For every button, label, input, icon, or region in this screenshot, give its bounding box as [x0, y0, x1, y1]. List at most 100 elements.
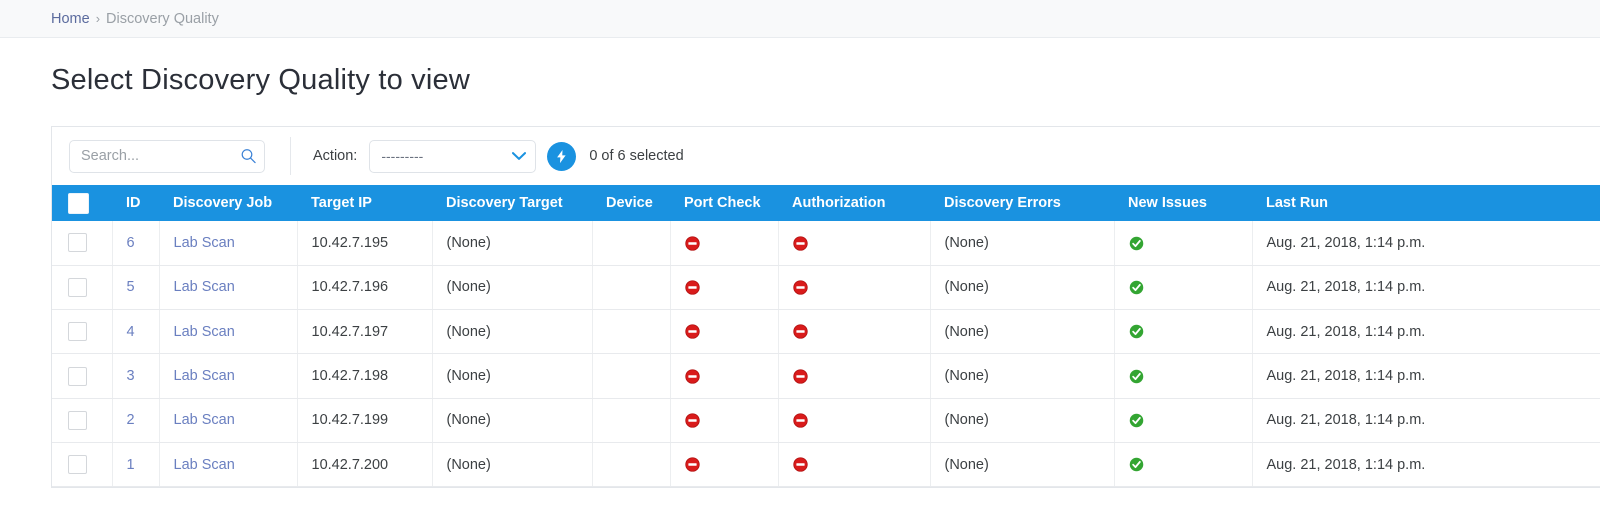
cell-target-ip: 10.42.7.195: [297, 221, 433, 266]
deny-icon: [792, 280, 808, 295]
cell-target-ip: 10.42.7.197: [297, 309, 433, 355]
column-header-last-run[interactable]: Last Run: [1252, 185, 1600, 221]
column-header-device[interactable]: Device: [592, 185, 670, 221]
cell-last-run: Aug. 21, 2018, 1:14 p.m.: [1252, 221, 1600, 266]
row-checkbox[interactable]: [68, 277, 87, 297]
cell-device: [592, 221, 671, 266]
discovery-job-link[interactable]: Lab Scan: [174, 279, 235, 295]
cell-discovery-target: (None): [432, 221, 593, 266]
table-row: 1 Lab Scan 10.42.7.200 (None) (None) Aug. 21,…: [52, 442, 1600, 488]
cell-authorization: [778, 442, 931, 488]
column-header-discovery-errors[interactable]: Discovery Errors: [930, 185, 1114, 221]
row-select-cell: [52, 442, 113, 488]
breadcrumb-separator: ›: [95, 11, 101, 26]
table-row: 6 Lab Scan 10.42.7.195 (None) (None) Aug. 21,…: [52, 221, 1600, 266]
deny-icon: [792, 369, 808, 384]
action-select[interactable]: ---------: [369, 139, 537, 173]
id-link[interactable]: 6: [127, 235, 135, 251]
cell-id: 1: [112, 442, 160, 488]
cell-last-run: Aug. 21, 2018, 1:14 p.m.: [1252, 398, 1600, 443]
cell-discovery-job: Lab Scan: [159, 442, 298, 488]
ok-icon: [1129, 236, 1143, 250]
cell-port-check: [670, 265, 779, 311]
cell-discovery-target: (None): [432, 398, 593, 443]
cell-discovery-target: (None): [432, 353, 593, 399]
row-select-cell: [52, 398, 113, 443]
column-header-discovery-target[interactable]: Discovery Target: [432, 185, 592, 221]
cell-id: 3: [112, 353, 160, 399]
cell-new-issues: [1114, 398, 1253, 443]
id-link[interactable]: 4: [127, 324, 135, 340]
table-toolbar: Action: --------- 0 of 6 selected: [52, 127, 1600, 185]
run-action-button[interactable]: [547, 141, 577, 171]
discovery-job-link[interactable]: Lab Scan: [174, 235, 235, 251]
id-link[interactable]: 5: [127, 279, 135, 295]
cell-device: [592, 265, 671, 311]
discovery-job-link[interactable]: Lab Scan: [174, 457, 235, 473]
cell-discovery-errors: (None): [930, 353, 1115, 399]
toolbar-divider: [290, 137, 291, 175]
cell-target-ip: 10.42.7.199: [297, 398, 433, 443]
cell-device: [592, 398, 671, 443]
id-link[interactable]: 1: [127, 457, 135, 473]
cell-id: 4: [112, 309, 160, 355]
cell-discovery-errors: (None): [930, 398, 1115, 443]
action-select-wrapper: ---------: [369, 139, 537, 173]
page-title: Select Discovery Quality to view: [51, 64, 470, 96]
row-checkbox[interactable]: [68, 322, 87, 342]
breadcrumb: Home › Discovery Quality: [0, 0, 1600, 38]
cell-last-run: Aug. 21, 2018, 1:14 p.m.: [1252, 265, 1600, 311]
cell-new-issues: [1114, 442, 1253, 488]
row-checkbox[interactable]: [68, 233, 87, 253]
search-box: [69, 139, 265, 173]
column-header-port-check[interactable]: Port Check: [670, 185, 778, 221]
search-input[interactable]: [69, 139, 265, 173]
cell-id: 2: [112, 398, 160, 443]
discovery-job-link[interactable]: Lab Scan: [174, 324, 235, 340]
column-header-id[interactable]: ID: [112, 185, 159, 221]
column-header-discovery-job[interactable]: Discovery Job: [159, 185, 297, 221]
ok-icon: [1129, 458, 1143, 472]
ok-icon: [1129, 413, 1143, 428]
column-header-new-issues[interactable]: New Issues: [1114, 185, 1252, 221]
column-header-target-ip[interactable]: Target IP: [297, 185, 432, 221]
row-checkbox[interactable]: [68, 455, 87, 475]
cell-port-check: [670, 221, 779, 266]
column-header-authorization[interactable]: Authorization: [778, 185, 930, 221]
cell-last-run: Aug. 21, 2018, 1:14 p.m.: [1252, 442, 1600, 488]
deny-icon: [792, 457, 808, 472]
cell-new-issues: [1114, 265, 1253, 311]
cell-id: 6: [112, 221, 160, 266]
row-checkbox[interactable]: [68, 410, 87, 430]
cell-authorization: [778, 398, 931, 443]
cell-discovery-job: Lab Scan: [159, 353, 298, 399]
cell-new-issues: [1114, 309, 1253, 355]
cell-port-check: [670, 309, 779, 355]
deny-icon: [792, 235, 808, 251]
discovery-job-link[interactable]: Lab Scan: [174, 368, 235, 384]
table-header-row: ID Discovery Job Target IP Discovery Tar…: [52, 185, 1600, 221]
breadcrumb-link-home[interactable]: Home: [51, 11, 90, 27]
deny-icon: [684, 369, 700, 384]
table-header: ID Discovery Job Target IP Discovery Tar…: [52, 185, 1600, 221]
cell-device: [592, 442, 671, 488]
select-all-checkbox[interactable]: [68, 192, 89, 214]
id-link[interactable]: 2: [127, 412, 135, 428]
discovery-job-link[interactable]: Lab Scan: [174, 412, 235, 428]
cell-discovery-errors: (None): [930, 265, 1115, 311]
deny-icon: [792, 413, 808, 428]
ok-icon: [1129, 280, 1143, 295]
cell-target-ip: 10.42.7.196: [297, 265, 433, 311]
table-row: 3 Lab Scan 10.42.7.198 (None) (None) Aug. 21,…: [52, 353, 1600, 399]
cell-discovery-errors: (None): [930, 221, 1115, 266]
deny-icon: [684, 413, 700, 428]
cell-new-issues: [1114, 353, 1253, 399]
cell-discovery-job: Lab Scan: [159, 221, 298, 266]
cell-device: [592, 309, 671, 355]
id-link[interactable]: 3: [127, 368, 135, 384]
row-checkbox[interactable]: [68, 366, 87, 386]
cell-last-run: Aug. 21, 2018, 1:14 p.m.: [1252, 353, 1600, 399]
cell-port-check: [670, 442, 779, 488]
table-row: 5 Lab Scan 10.42.7.196 (None) (None) Aug. 21,…: [52, 265, 1600, 311]
cell-discovery-job: Lab Scan: [159, 265, 298, 311]
